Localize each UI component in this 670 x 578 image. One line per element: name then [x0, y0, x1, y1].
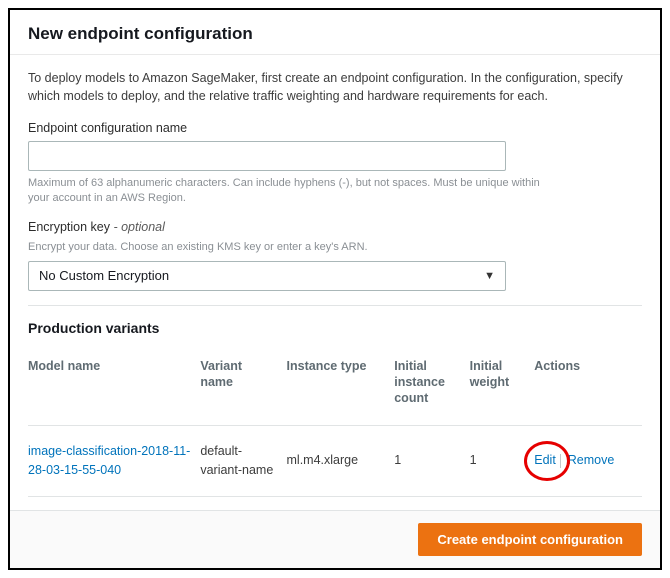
- add-model-link[interactable]: Add model: [28, 497, 93, 510]
- cell-actions: Edit Remove: [534, 425, 642, 497]
- col-model: Model name: [28, 350, 200, 425]
- encryption-label: Encryption key - optional: [28, 220, 642, 234]
- encryption-label-text: Encryption key: [28, 220, 110, 234]
- cell-itype: ml.m4.xlarge: [287, 425, 395, 497]
- col-weight: Initial weight: [470, 350, 535, 425]
- cell-count: 1: [394, 425, 469, 497]
- encryption-field: Encryption key - optional Encrypt your d…: [28, 220, 642, 291]
- endpoint-name-input[interactable]: [28, 141, 506, 171]
- col-actions: Actions: [534, 350, 642, 425]
- endpoint-name-label: Endpoint configuration name: [28, 121, 642, 135]
- panel-header: New endpoint configuration: [10, 10, 660, 55]
- variants-title: Production variants: [28, 320, 642, 336]
- col-itype: Instance type: [287, 350, 395, 425]
- chevron-down-icon: ▼: [484, 270, 495, 282]
- table-row: image-classification-2018-11-28-03-15-55…: [28, 425, 642, 497]
- encryption-helper: Encrypt your data. Choose an existing KM…: [28, 240, 548, 255]
- action-divider: [560, 454, 561, 468]
- production-variants-section: Production variants Model name Variant n…: [28, 305, 642, 510]
- endpoint-name-field: Endpoint configuration name Maximum of 6…: [28, 121, 642, 206]
- intro-text: To deploy models to Amazon SageMaker, fi…: [28, 69, 642, 105]
- cell-variant: default-variant-name: [200, 425, 286, 497]
- col-variant: Variant name: [200, 350, 286, 425]
- variants-table: Model name Variant name Instance type In…: [28, 350, 642, 498]
- col-count: Initial instance count: [394, 350, 469, 425]
- encryption-optional: - optional: [110, 220, 165, 234]
- panel-footer: Create endpoint configuration: [10, 510, 660, 568]
- table-header-row: Model name Variant name Instance type In…: [28, 350, 642, 425]
- encryption-select[interactable]: No Custom Encryption ▼: [28, 261, 506, 291]
- model-link[interactable]: image-classification-2018-11-28-03-15-55…: [28, 444, 190, 477]
- endpoint-name-helper: Maximum of 63 alphanumeric characters. C…: [28, 176, 548, 206]
- cell-weight: 1: [470, 425, 535, 497]
- remove-link[interactable]: Remove: [568, 453, 615, 467]
- panel-title: New endpoint configuration: [28, 24, 642, 44]
- create-endpoint-config-button[interactable]: Create endpoint configuration: [418, 523, 642, 556]
- encryption-selected: No Custom Encryption: [39, 268, 484, 283]
- cell-model: image-classification-2018-11-28-03-15-55…: [28, 425, 200, 497]
- edit-link[interactable]: Edit: [534, 453, 556, 467]
- panel-body: To deploy models to Amazon SageMaker, fi…: [10, 55, 660, 510]
- endpoint-config-panel: New endpoint configuration To deploy mod…: [8, 8, 662, 570]
